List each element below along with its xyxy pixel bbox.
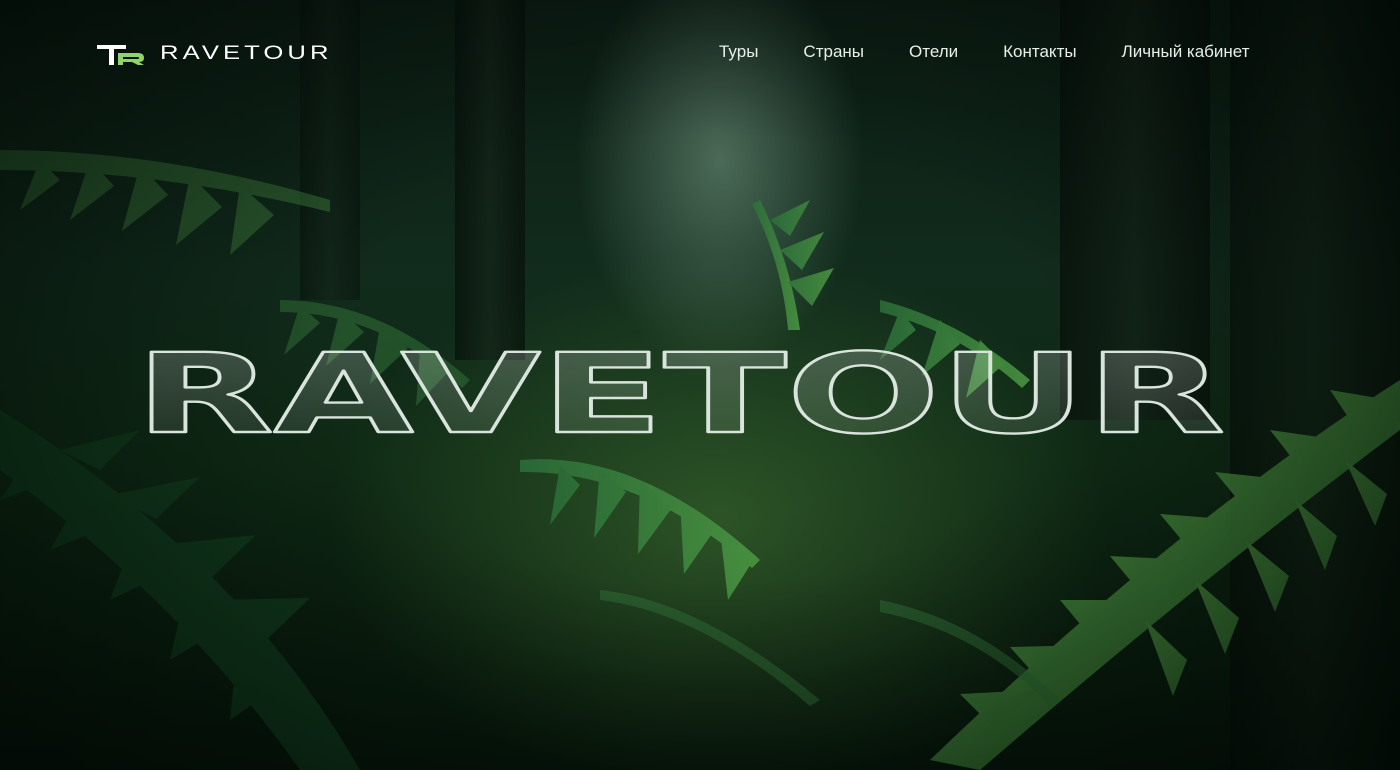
main-nav: Туры Страны Отели Контакты Личный кабине… [719,42,1249,62]
nav-link-hotels[interactable]: Отели [909,42,958,62]
nav-link-account[interactable]: Личный кабинет [1122,42,1250,62]
tr-monogram-icon [97,45,144,65]
page: RAVETOUR Туры Страны Отели Контакты Личн… [0,0,1400,770]
nav-link-countries[interactable]: Страны [803,42,864,62]
hero-title: RAVETOUR [128,348,1232,444]
hero-title-text: RAVETOUR [135,348,1225,444]
logo[interactable]: RAVETOUR [96,40,329,68]
logo-text: RAVETOUR [160,43,333,64]
site-header: RAVETOUR Туры Страны Отели Контакты Личн… [0,0,1400,108]
nav-link-contacts[interactable]: Контакты [1003,42,1076,62]
nav-link-tours[interactable]: Туры [719,42,758,62]
